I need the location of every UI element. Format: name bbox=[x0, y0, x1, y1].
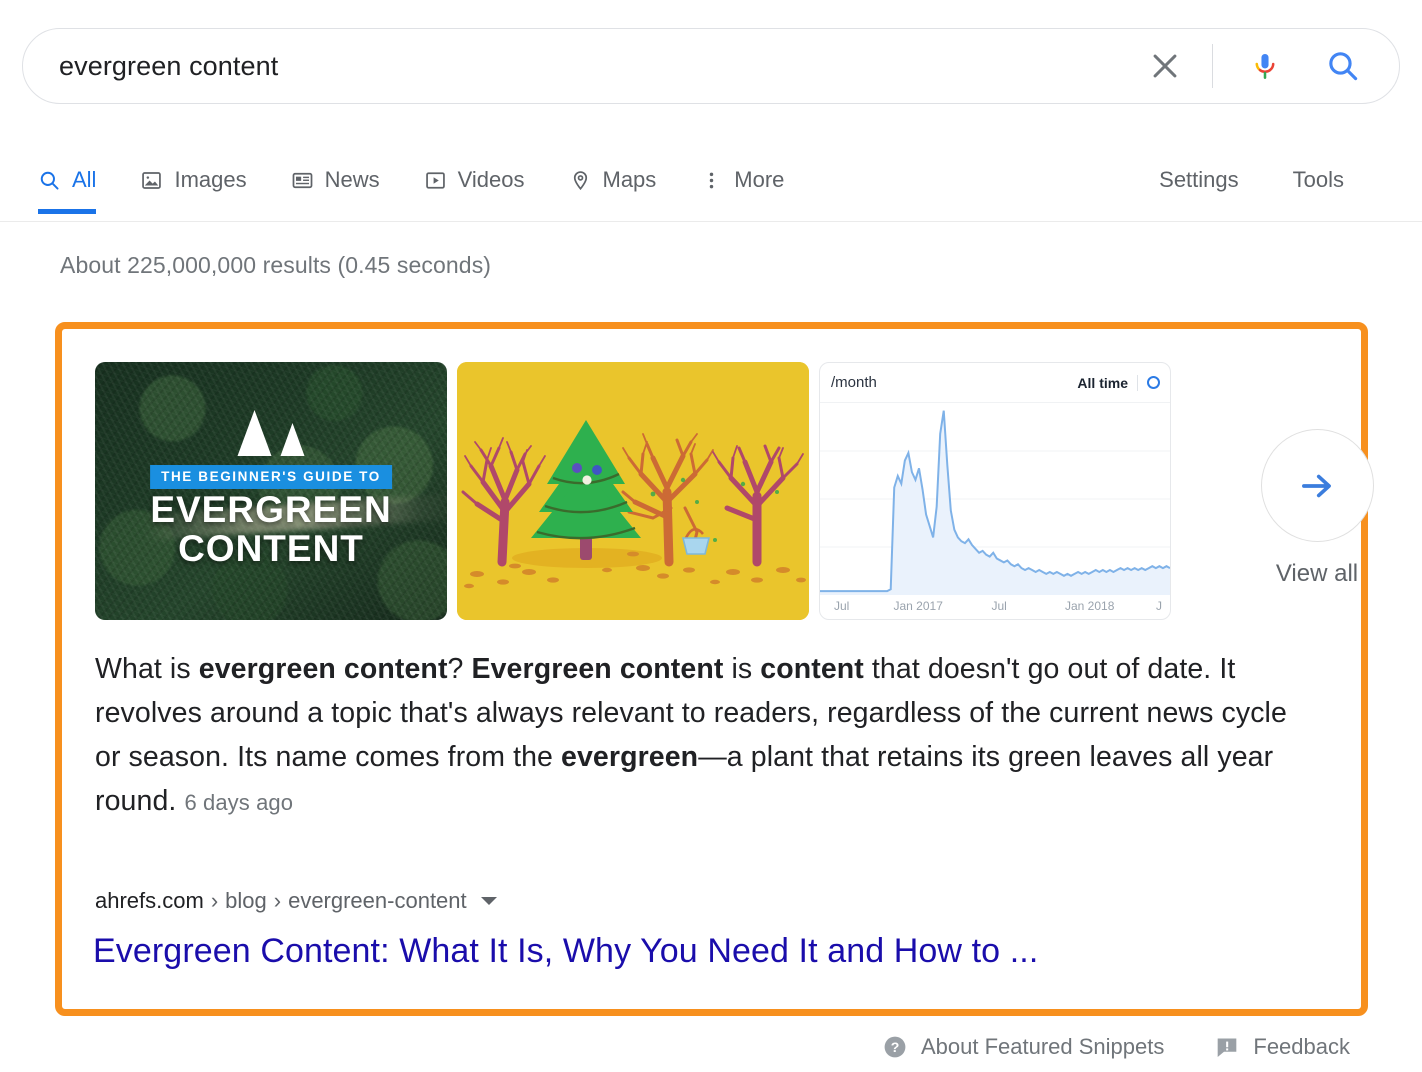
snippet-footer: ? About Featured Snippets Feedback bbox=[0, 1022, 1422, 1072]
tab-label: More bbox=[734, 167, 785, 192]
view-all-control: View all bbox=[1257, 429, 1377, 588]
breadcrumb-domain[interactable]: ahrefs.com bbox=[95, 888, 204, 914]
featured-snippet: THE BEGINNER'S GUIDE TO EVERGREEN CONTEN… bbox=[55, 322, 1374, 1016]
microphone-icon[interactable] bbox=[1239, 40, 1291, 92]
settings-link[interactable]: Settings bbox=[1159, 167, 1239, 193]
chart-range-label[interactable]: All time bbox=[1077, 375, 1128, 391]
nav-right-links: Settings Tools bbox=[1105, 146, 1344, 214]
chevron-down-icon[interactable] bbox=[480, 897, 497, 905]
thumbnail-title-line2: CONTENT bbox=[178, 528, 364, 569]
search-icon[interactable] bbox=[1317, 40, 1369, 92]
breadcrumb-part[interactable]: blog bbox=[225, 888, 267, 914]
x-tick-label: Jul bbox=[991, 599, 1007, 613]
search-input[interactable] bbox=[57, 46, 1140, 86]
x-tick-label: J bbox=[1156, 599, 1162, 613]
tab-news[interactable]: News bbox=[291, 146, 380, 214]
evergreen-tree-illustration bbox=[457, 362, 809, 620]
snippet-thumbnails: THE BEGINNER'S GUIDE TO EVERGREEN CONTEN… bbox=[95, 362, 1181, 620]
thumbnail-kicker: THE BEGINNER'S GUIDE TO bbox=[150, 465, 392, 489]
svg-text:?: ? bbox=[891, 1039, 900, 1055]
snippet-text-run: What is bbox=[95, 653, 199, 685]
x-tick-label: Jan 2017 bbox=[893, 599, 943, 613]
search-bar-actions bbox=[1140, 40, 1399, 92]
snippet-text-run: is bbox=[723, 653, 761, 685]
feedback-link[interactable]: Feedback bbox=[1214, 1034, 1350, 1060]
breadcrumb-separator: › bbox=[273, 888, 282, 913]
tab-label: All bbox=[72, 167, 97, 192]
thumbnail-traffic-chart[interactable]: /month All time Jul Jan 2017 Jul Jan 201… bbox=[819, 362, 1171, 620]
snippet-bold-term: content bbox=[760, 653, 864, 685]
arrow-right-icon[interactable] bbox=[1260, 429, 1374, 542]
snippet-paragraph: What is evergreen content? Evergreen con… bbox=[95, 647, 1290, 825]
video-icon bbox=[424, 169, 447, 192]
tree-logo-icon bbox=[237, 410, 305, 456]
thumbnail-evergreen-illustration[interactable] bbox=[457, 362, 809, 620]
image-icon bbox=[140, 169, 163, 192]
close-icon[interactable] bbox=[1140, 41, 1190, 91]
divider bbox=[1212, 44, 1213, 88]
news-icon bbox=[291, 169, 314, 192]
tab-label: Images bbox=[174, 167, 247, 192]
snippet-bold-term: evergreen content bbox=[198, 653, 448, 685]
help-circle-icon: ? bbox=[882, 1034, 908, 1060]
google-search-results-page: All Images News Videos bbox=[0, 0, 1422, 1072]
snippet-date: 6 days ago bbox=[184, 790, 294, 815]
tab-all[interactable]: All bbox=[38, 146, 97, 214]
search-tabs: All Images News Videos Maps More bbox=[38, 146, 828, 222]
chart-header: /month All time bbox=[820, 363, 1170, 403]
result-stats: About 225,000,000 results (0.45 seconds) bbox=[60, 252, 492, 278]
snippet-text-run: ? bbox=[447, 653, 472, 685]
about-featured-snippets-link[interactable]: ? About Featured Snippets bbox=[882, 1034, 1164, 1060]
breadcrumb: ahrefs.com › blog › evergreen-content bbox=[95, 888, 497, 914]
tools-link[interactable]: Tools bbox=[1293, 167, 1344, 193]
feedback-icon bbox=[1214, 1034, 1240, 1060]
active-tab-underline bbox=[38, 209, 97, 214]
footer-label: Feedback bbox=[1253, 1034, 1350, 1059]
search-nav-bar: All Images News Videos Maps More Setting… bbox=[0, 146, 1422, 222]
x-tick-label: Jul bbox=[834, 599, 850, 613]
more-vert-icon bbox=[700, 169, 723, 192]
chart-unit-label: /month bbox=[831, 374, 877, 391]
tab-images[interactable]: Images bbox=[140, 146, 247, 214]
search-icon bbox=[38, 169, 61, 192]
divider bbox=[1137, 374, 1138, 391]
chart-plot-area bbox=[820, 403, 1170, 595]
snippet-bold-term: Evergreen content bbox=[471, 653, 724, 685]
chart-area-fill bbox=[820, 410, 1170, 595]
traffic-area-chart bbox=[820, 403, 1170, 595]
chart-settings-icon[interactable] bbox=[1147, 376, 1160, 389]
tab-label: Videos bbox=[457, 167, 525, 192]
result-title-link[interactable]: Evergreen Content: What It Is, Why You N… bbox=[93, 932, 1038, 971]
tab-videos[interactable]: Videos bbox=[424, 146, 525, 214]
breadcrumb-separator: › bbox=[210, 888, 219, 913]
snippet-bold-term: evergreen bbox=[561, 741, 699, 773]
tab-more[interactable]: More bbox=[700, 146, 784, 214]
breadcrumb-part[interactable]: evergreen-content bbox=[288, 888, 467, 914]
tab-label: News bbox=[324, 167, 380, 192]
footer-label: About Featured Snippets bbox=[920, 1034, 1165, 1059]
search-bar[interactable] bbox=[22, 28, 1400, 104]
x-tick-label: Jan 2018 bbox=[1065, 599, 1115, 613]
view-all-label[interactable]: View all bbox=[1257, 560, 1377, 588]
map-pin-icon bbox=[569, 169, 592, 192]
tab-maps[interactable]: Maps bbox=[569, 146, 657, 214]
thumbnail-title-line1: EVERGREEN bbox=[150, 489, 392, 530]
tab-label: Maps bbox=[602, 167, 657, 192]
thumbnail-beginners-guide[interactable]: THE BEGINNER'S GUIDE TO EVERGREEN CONTEN… bbox=[95, 362, 447, 620]
chart-range-controls: All time bbox=[1077, 374, 1160, 391]
chart-x-axis: Jul Jan 2017 Jul Jan 2018 J bbox=[820, 593, 1170, 619]
